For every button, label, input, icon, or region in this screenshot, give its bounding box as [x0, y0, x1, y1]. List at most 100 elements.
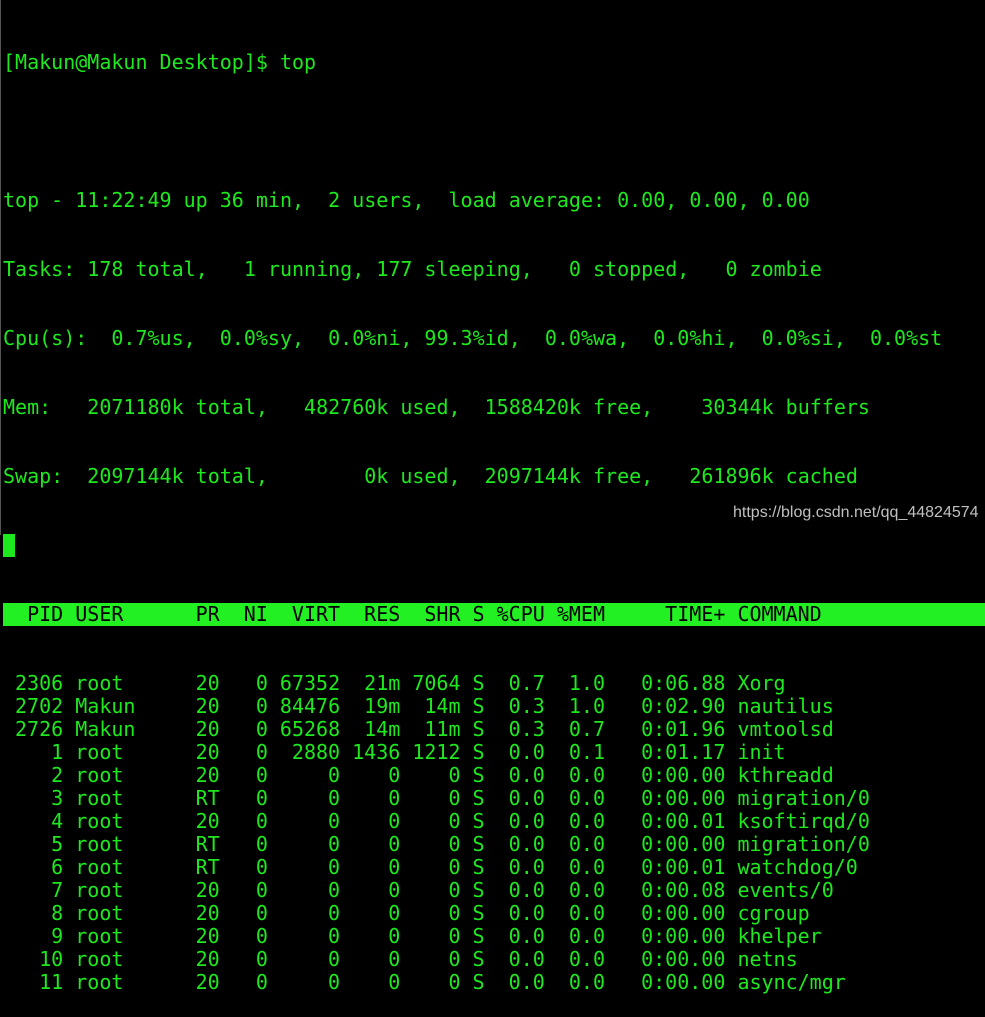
- cell-pid: 7: [51, 878, 64, 902]
- cell-pid: 2726: [15, 717, 64, 741]
- cell-pid: 6: [51, 855, 64, 879]
- cell-mem: 0.1: [568, 740, 605, 764]
- watermark: https://blog.csdn.net/qq_44824574: [733, 504, 979, 521]
- cell-state: S: [472, 855, 485, 879]
- cell-shr: 14m: [424, 694, 461, 718]
- cell-shr: 0: [448, 809, 461, 833]
- cell-virt: 0: [328, 970, 341, 994]
- cell-pr: 20: [195, 671, 220, 695]
- column-header-user: USER: [75, 602, 124, 626]
- window-border: [0, 0, 1, 535]
- cell-shr: 7064: [412, 671, 461, 695]
- summary-tasks: Tasks: 178 total, 1 running, 177 sleepin…: [3, 257, 822, 281]
- cell-user: root: [75, 671, 124, 695]
- summary-swap: Swap: 2097144k total, 0k used, 2097144k …: [3, 464, 858, 488]
- cell-virt: 84476: [279, 694, 341, 718]
- cell-cpu: 0.0: [508, 832, 545, 856]
- cell-user: root: [75, 740, 124, 764]
- column-header-virt: VIRT: [291, 602, 341, 626]
- cell-time: 0:02.90: [641, 694, 726, 718]
- cell-shr: 0: [448, 924, 461, 948]
- cell-time: 0:01.96: [641, 717, 726, 741]
- cell-mem: 0.0: [568, 901, 605, 925]
- cell-shr: 0: [448, 901, 461, 925]
- cell-ni: 0: [255, 671, 268, 695]
- cell-state: S: [472, 740, 485, 764]
- cell-time: 0:00.00: [641, 832, 726, 856]
- cell-mem: 0.7: [568, 717, 605, 741]
- cell-state: S: [472, 947, 485, 971]
- cell-pr: RT: [195, 786, 220, 810]
- process-row: 2306 root 20 0 67352 21m 7064 S 0.7 1.0 …: [3, 672, 985, 695]
- cell-pid: 4: [51, 809, 64, 833]
- cell-ni: 0: [255, 717, 268, 741]
- cell-cpu: 0.3: [508, 717, 545, 741]
- cell-command: khelper: [737, 924, 822, 948]
- cell-command: vmtoolsd: [737, 717, 834, 741]
- cell-virt: 0: [328, 924, 341, 948]
- process-row: 2 root 20 0 0 0 0 S 0.0 0.0 0:00.00 kthr…: [3, 764, 985, 787]
- cell-command: Xorg: [737, 671, 786, 695]
- cell-res: 0: [388, 809, 401, 833]
- cell-time: 0:06.88: [641, 671, 726, 695]
- cell-command: migration/0: [737, 832, 870, 856]
- cell-res: 0: [388, 901, 401, 925]
- process-row: 9 root 20 0 0 0 0 S 0.0 0.0 0:00.00 khel…: [3, 925, 985, 948]
- cell-user: root: [75, 832, 124, 856]
- process-row: 8 root 20 0 0 0 0 S 0.0 0.0 0:00.00 cgro…: [3, 902, 985, 925]
- cell-res: 19m: [364, 694, 401, 718]
- cell-pid: 2702: [15, 694, 64, 718]
- cell-ni: 0: [255, 970, 268, 994]
- cell-res: 21m: [364, 671, 401, 695]
- column-header-pr: PR: [195, 602, 220, 626]
- column-header-time: TIME+: [665, 602, 726, 626]
- cell-state: S: [472, 671, 485, 695]
- cell-mem: 0.0: [568, 763, 605, 787]
- cell-pr: 20: [195, 947, 220, 971]
- summary-uptime: top - 11:22:49 up 36 min, 2 users, load …: [3, 188, 810, 212]
- cell-user: root: [75, 763, 124, 787]
- cursor: [3, 534, 15, 557]
- cell-pid: 10: [39, 947, 64, 971]
- cell-mem: 0.0: [568, 832, 605, 856]
- summary-mem: Mem: 2071180k total, 482760k used, 15884…: [3, 395, 870, 419]
- cell-mem: 0.0: [568, 924, 605, 948]
- column-header-state: S: [472, 602, 485, 626]
- column-header-ni: NI: [243, 602, 268, 626]
- cell-user: Makun: [75, 694, 136, 718]
- cell-state: S: [472, 717, 485, 741]
- cell-pr: RT: [195, 832, 220, 856]
- cell-state: S: [472, 694, 485, 718]
- cell-mem: 0.0: [568, 970, 605, 994]
- cell-user: Makun: [75, 717, 136, 741]
- cell-virt: 0: [328, 901, 341, 925]
- cell-res: 0: [388, 947, 401, 971]
- cell-pr: 20: [195, 970, 220, 994]
- column-header-cpu: %CPU: [496, 602, 545, 626]
- cell-res: 0: [388, 855, 401, 879]
- cell-ni: 0: [255, 855, 268, 879]
- cell-time: 0:00.00: [641, 901, 726, 925]
- process-row: 2702 Makun 20 0 84476 19m 14m S 0.3 1.0 …: [3, 695, 985, 718]
- cell-pr: 20: [195, 717, 220, 741]
- cell-pid: 9: [51, 924, 64, 948]
- cell-cpu: 0.0: [508, 763, 545, 787]
- cell-virt: 65268: [279, 717, 341, 741]
- cell-user: root: [75, 970, 124, 994]
- cell-cpu: 0.0: [508, 947, 545, 971]
- cell-pr: 20: [195, 924, 220, 948]
- cell-ni: 0: [255, 947, 268, 971]
- cell-res: 14m: [364, 717, 401, 741]
- cell-state: S: [472, 832, 485, 856]
- process-row: 10 root 20 0 0 0 0 S 0.0 0.0 0:00.00 net…: [3, 948, 985, 971]
- cell-command: async/mgr: [737, 970, 846, 994]
- cell-ni: 0: [255, 740, 268, 764]
- cell-pr: 20: [195, 878, 220, 902]
- cell-user: root: [75, 855, 124, 879]
- cell-state: S: [472, 878, 485, 902]
- cell-command: netns: [737, 947, 798, 971]
- cell-cpu: 0.0: [508, 809, 545, 833]
- column-header-mem: %MEM: [556, 602, 605, 626]
- column-header-pid: PID: [27, 602, 64, 626]
- cell-shr: 0: [448, 832, 461, 856]
